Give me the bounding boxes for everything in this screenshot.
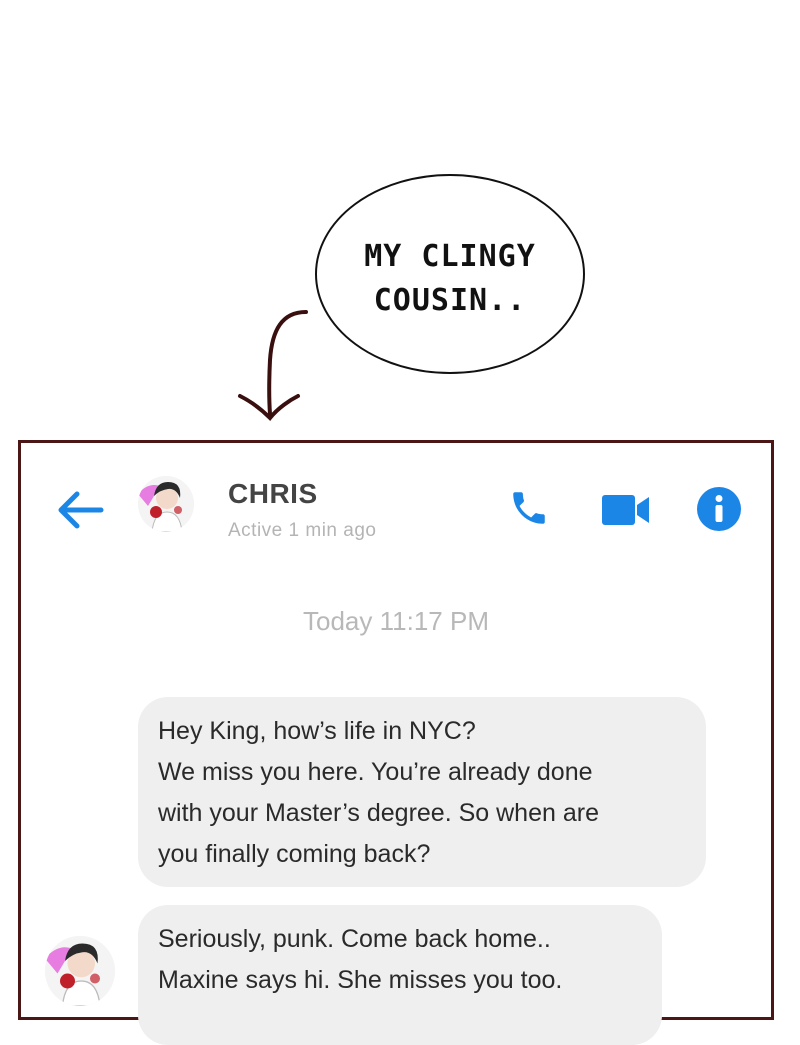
caption-line-2: COUSIN.. [373, 283, 527, 318]
avatar-portrait [45, 936, 115, 1006]
back-arrow-icon[interactable] [55, 488, 105, 532]
contact-avatar[interactable] [138, 476, 194, 532]
sender-avatar[interactable] [45, 936, 115, 1006]
phone-icon[interactable] [508, 487, 550, 529]
message-line: Seriously, punk. Come back home.. [158, 925, 551, 953]
caption-line-1: MY CLINGY [364, 239, 536, 274]
message-line: with your Master’s degree. So when are [158, 799, 599, 827]
contact-name[interactable]: CHRIS [228, 478, 318, 510]
speech-bubble: MY CLINGY COUSIN.. [314, 173, 586, 375]
message-line: you finally coming back? [158, 840, 431, 868]
video-camera-icon[interactable] [601, 493, 651, 527]
info-icon[interactable] [696, 486, 742, 532]
active-status: Active 1 min ago [228, 520, 377, 541]
message-timestamp: Today 11:17 PM [303, 606, 489, 636]
message-bubble[interactable]: Hey King, how’s life in NYC? We miss you… [138, 697, 706, 887]
message-line: Hey King, how’s life in NYC? [158, 717, 476, 745]
message-line: Maxine says hi. She misses you too. [158, 966, 563, 994]
message-line: We miss you here. You’re already done [158, 758, 593, 786]
pointer-arrow-icon [238, 310, 308, 421]
bubble-caption: MY CLINGY COUSIN.. [314, 235, 586, 323]
avatar-portrait [138, 476, 194, 532]
chat-panel: CHRIS Active 1 min ago Today 11:17 PM He… [18, 440, 774, 1045]
message-bubble[interactable]: Seriously, punk. Come back home.. Maxine… [138, 905, 662, 1045]
